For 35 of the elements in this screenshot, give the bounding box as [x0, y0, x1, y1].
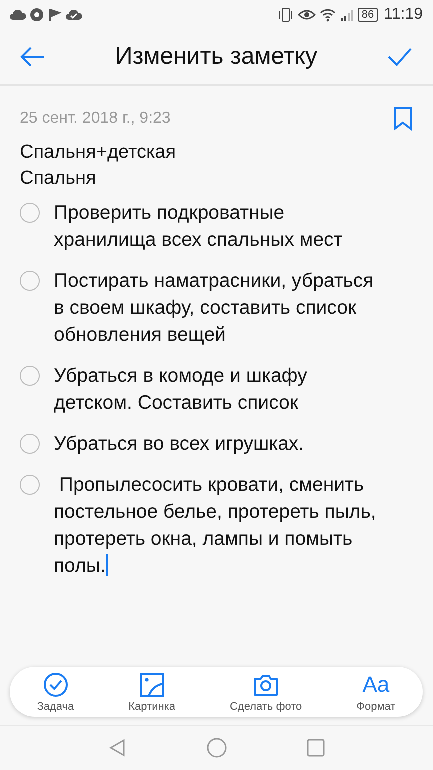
- cloud-icon: [10, 8, 26, 22]
- square-icon[interactable]: [306, 739, 324, 757]
- cloud-check-icon: [66, 8, 82, 22]
- task-text: Убраться во всех игрушках.: [54, 432, 306, 457]
- task-checkbox[interactable]: [20, 366, 40, 386]
- signal-icon: [340, 9, 354, 21]
- screen-title: Изменить заметку: [115, 43, 318, 71]
- task-checkbox[interactable]: [20, 434, 40, 454]
- battery-indicator: 86: [358, 8, 378, 22]
- flag-icon: [48, 8, 62, 22]
- task-checkbox[interactable]: [20, 203, 40, 223]
- task-text: Пропылесосить кровати, сменить постельное белье, протереть пыль, протереть окна, лампы и помыть полы.: [54, 473, 378, 579]
- note-date: 25 сент. 2018 г., 9:23: [20, 110, 171, 128]
- check-icon[interactable]: [387, 46, 413, 68]
- note-text: Спальня+детская: [20, 141, 178, 165]
- back-triangle-icon[interactable]: [108, 739, 126, 757]
- toolbar-button[interactable]: Aa Формат: [356, 672, 396, 712]
- status-time: 11:19: [384, 6, 423, 24]
- eye-icon: [298, 8, 316, 22]
- vibrate-icon: [278, 7, 294, 23]
- picture-icon: [139, 672, 166, 698]
- bookmark-icon[interactable]: [393, 107, 413, 131]
- task-check-icon: [42, 672, 69, 698]
- back-icon[interactable]: [20, 46, 46, 68]
- task-checkbox[interactable]: [20, 475, 40, 495]
- toolbar-button[interactable]: Картинка: [128, 672, 176, 712]
- toolbar-button[interactable]: Сделать фото: [230, 672, 302, 712]
- task-text: Проверить подкроватные хранилища всех спальных мест: [54, 201, 344, 253]
- task-text: Убраться в комоде и шкафу детском. Составить список: [54, 364, 308, 416]
- wifi-icon: [320, 8, 336, 22]
- task-text: Постирать наматрасники, убраться в своем шкафу, составить список обновления вещей: [54, 269, 375, 348]
- home-circle-icon[interactable]: [206, 738, 226, 758]
- toolbar-button[interactable]: Задача: [37, 672, 74, 712]
- task-checkbox[interactable]: [20, 271, 40, 291]
- note-text: Спальня: [20, 167, 98, 191]
